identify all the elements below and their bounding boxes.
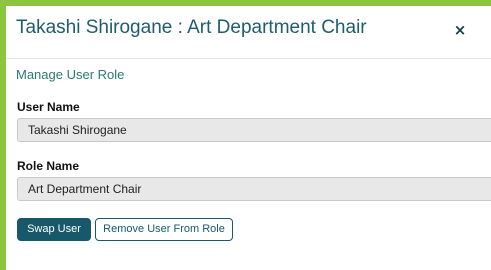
remove-user-from-role-button[interactable]: Remove User From Role <box>95 218 233 241</box>
manage-user-role-dialog: Takashi Shirogane : Art Department Chair… <box>6 6 491 270</box>
user-name-label: User Name <box>17 100 80 114</box>
close-icon[interactable]: × <box>452 21 468 39</box>
swap-user-button[interactable]: Swap User <box>17 218 91 241</box>
role-name-field[interactable] <box>17 177 491 201</box>
role-name-label: Role Name <box>17 159 80 173</box>
section-title: Manage User Role <box>16 67 125 82</box>
dialog-header: Takashi Shirogane : Art Department Chair… <box>6 6 491 59</box>
dialog-title: Takashi Shirogane : Art Department Chair <box>16 17 367 38</box>
user-name-field[interactable] <box>17 118 491 142</box>
